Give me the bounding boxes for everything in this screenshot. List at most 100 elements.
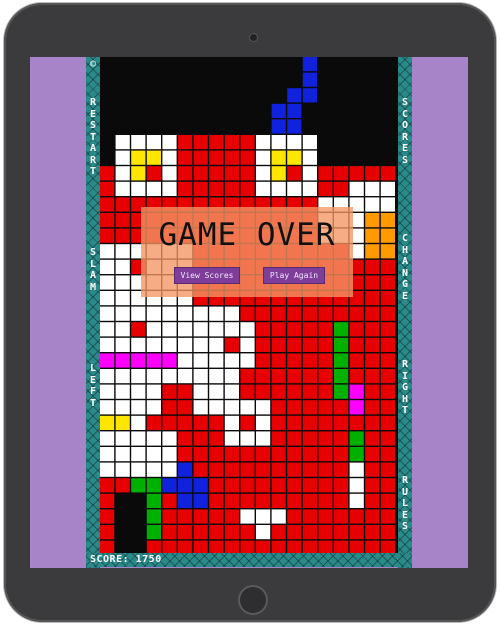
board-cell [380, 525, 395, 540]
board-cell [302, 119, 317, 134]
board-cell [318, 57, 333, 72]
board-cell [131, 306, 146, 321]
board-cell [131, 540, 146, 553]
board-cell [224, 462, 239, 477]
board-cell [100, 462, 115, 477]
board-cell [271, 72, 286, 87]
board-cell [178, 103, 193, 118]
board-cell [365, 431, 380, 446]
board-cell [240, 369, 255, 384]
board-cell [256, 540, 271, 553]
board-cell [100, 353, 115, 368]
board-cell [240, 322, 255, 337]
board-cell [131, 103, 146, 118]
board-cell [256, 150, 271, 165]
board-cell [224, 369, 239, 384]
board-cell [334, 57, 349, 72]
right-button[interactable]: R I G H T [398, 359, 412, 417]
board-cell [115, 166, 130, 181]
board-cell [131, 57, 146, 72]
board-cell [209, 540, 224, 553]
board-cell [334, 72, 349, 87]
board-cell [178, 166, 193, 181]
board-cell [162, 384, 177, 399]
play-again-button[interactable]: Play Again [263, 267, 325, 284]
board-cell [271, 369, 286, 384]
board-cell [240, 400, 255, 415]
board-cell [100, 103, 115, 118]
board-cell [131, 337, 146, 352]
board-cell [365, 306, 380, 321]
board-cell [240, 462, 255, 477]
board-cell [349, 384, 364, 399]
board-cell [256, 337, 271, 352]
board-cell [349, 353, 364, 368]
board-cell [271, 509, 286, 524]
board-cell [162, 150, 177, 165]
board-cell [349, 337, 364, 352]
restart-button[interactable]: R E S T A R T [86, 97, 100, 178]
board-cell [271, 119, 286, 134]
board-cell [193, 415, 208, 430]
board-cell [115, 509, 130, 524]
rules-button[interactable]: R U L E S [398, 475, 412, 533]
board-cell [100, 228, 115, 243]
board-cell [100, 166, 115, 181]
board-cell [209, 337, 224, 352]
view-scores-button[interactable]: View Scores [174, 267, 240, 284]
board-cell [256, 509, 271, 524]
board-cell [365, 228, 380, 243]
board-cell [365, 213, 380, 228]
board-cell [209, 400, 224, 415]
board-cell [115, 337, 130, 352]
board-cell [302, 415, 317, 430]
board-cell [287, 150, 302, 165]
board-cell [146, 540, 161, 553]
board-cell [365, 150, 380, 165]
board-cell [209, 369, 224, 384]
board-cell [380, 493, 395, 508]
board-cell [193, 135, 208, 150]
board-cell [271, 306, 286, 321]
board-cell [349, 509, 364, 524]
board-cell [380, 291, 395, 306]
change-button[interactable]: C H A N G E [398, 233, 412, 302]
board-cell [271, 337, 286, 352]
board-cell [131, 369, 146, 384]
board-cell [193, 150, 208, 165]
slam-button[interactable]: S L A M [86, 247, 100, 293]
board-cell [240, 337, 255, 352]
game-over-title: GAME OVER [158, 217, 336, 253]
home-button[interactable] [238, 585, 268, 615]
board-cell [349, 540, 364, 553]
board-cell [271, 322, 286, 337]
board-cell [146, 88, 161, 103]
board-cell [146, 166, 161, 181]
board-cell [115, 57, 130, 72]
board-cell [224, 57, 239, 72]
board-cell [256, 72, 271, 87]
board-cell [271, 400, 286, 415]
board-cell [115, 150, 130, 165]
board-cell [100, 306, 115, 321]
board-cell [100, 415, 115, 430]
board-cell [146, 72, 161, 87]
board-cell [302, 509, 317, 524]
board-cell [349, 57, 364, 72]
board-cell [240, 150, 255, 165]
board-cell [380, 135, 395, 150]
board-cell [100, 493, 115, 508]
board-cell [380, 275, 395, 290]
board-cell [162, 540, 177, 553]
left-button[interactable]: L E F T [86, 363, 100, 409]
board-cell [334, 540, 349, 553]
scores-button[interactable]: S C O R E S [398, 97, 412, 166]
board-cell [365, 447, 380, 462]
board-cell [271, 493, 286, 508]
board-cell [193, 509, 208, 524]
board-cell [287, 88, 302, 103]
board-cell [178, 478, 193, 493]
board-cell [318, 103, 333, 118]
board-cell [318, 88, 333, 103]
board-cell [287, 493, 302, 508]
